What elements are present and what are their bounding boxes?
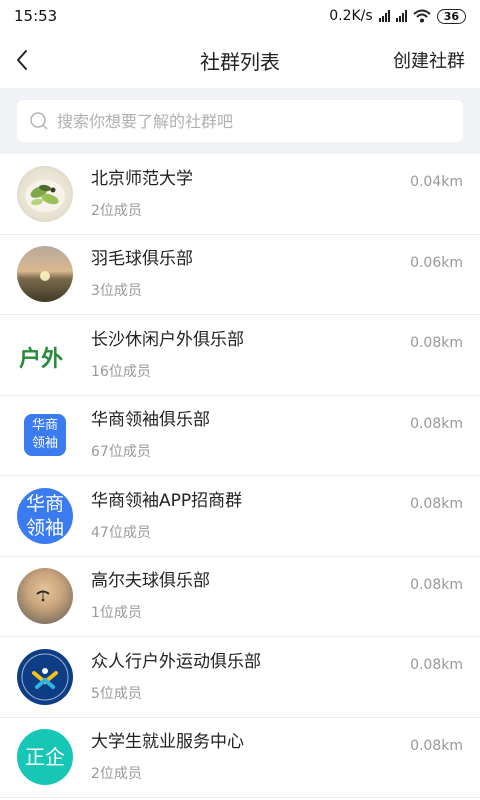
- sun-icon: [40, 271, 50, 282]
- group-item[interactable]: 华商 领袖 华商领袖俱乐部 67位成员 0.08km: [0, 396, 480, 476]
- search-box[interactable]: [17, 100, 463, 142]
- zhongrenxing-logo-icon: [21, 653, 69, 701]
- create-group-button[interactable]: 创建社群: [393, 47, 465, 73]
- group-avatar-huashang-app: 华商 领袖: [17, 487, 73, 544]
- group-member-count: 2位成员: [91, 766, 142, 783]
- back-arrow-icon[interactable]: [10, 45, 40, 75]
- group-member-count: 5位成员: [91, 685, 142, 702]
- group-member-count: 67位成员: [91, 444, 151, 461]
- group-distance: 0.08km: [410, 496, 463, 512]
- network-speed: 0.2K/s: [329, 8, 373, 24]
- group-avatar-food: [17, 165, 73, 222]
- group-distance: 0.06km: [410, 254, 463, 271]
- group-member-count: 1位成员: [91, 605, 142, 622]
- zhengqi-logo-text: 正企: [25, 745, 65, 770]
- huashang-logo-top: 华商: [31, 418, 58, 434]
- group-avatar-paraglider: [17, 568, 73, 625]
- group-item[interactable]: 北京师范大学 2位成员 0.04km: [0, 154, 480, 235]
- group-member-count: 3位成员: [91, 283, 142, 300]
- group-member-count: 16位成员: [91, 363, 151, 380]
- outdoor-logo-text: 户外: [19, 346, 64, 372]
- huashang-app-logo-top: 华商: [25, 492, 64, 515]
- group-item[interactable]: 华商 领袖 华商领袖APP招商群 47位成员 0.08km: [0, 476, 480, 557]
- paraglider-icon: [36, 590, 50, 602]
- huashang-logo-bottom: 领袖: [31, 436, 58, 452]
- group-member-count: 47位成员: [91, 524, 151, 541]
- group-item[interactable]: 众人行户外运动俱乐部 5位成员 0.08km: [0, 637, 480, 718]
- group-avatar-outdoor: 户外: [17, 326, 73, 383]
- group-distance: 0.08km: [410, 415, 463, 432]
- signal-icon: [378, 10, 390, 22]
- group-distance: 0.08km: [410, 657, 463, 673]
- huashang-app-logo-bottom: 领袖: [25, 516, 64, 539]
- search-icon: [30, 112, 48, 130]
- wifi-icon: [413, 9, 431, 23]
- status-bar: 15:53 0.2K/s 36: [0, 0, 480, 32]
- group-avatar-sunset: [17, 246, 73, 303]
- nav-bar: 社群列表 创建社群: [0, 32, 480, 88]
- status-time: 15:53: [14, 7, 58, 25]
- group-member-count: 2位成员: [91, 202, 142, 219]
- search-area: [0, 88, 480, 154]
- group-avatar-zhongrenxing: [17, 648, 73, 705]
- group-list: 北京师范大学 2位成员 0.04km 羽毛球俱乐部 3位成员 0.06km 户外…: [0, 154, 480, 798]
- group-item[interactable]: 羽毛球俱乐部 3位成员 0.06km: [0, 235, 480, 315]
- group-distance: 0.08km: [410, 576, 463, 593]
- group-item[interactable]: 户外 长沙休闲户外俱乐部 16位成员 0.08km: [0, 315, 480, 396]
- status-right: 0.2K/s 36: [329, 8, 466, 24]
- search-input[interactable]: [55, 110, 439, 132]
- group-item[interactable]: 正企 大学生就业服务中心 2位成员 0.08km: [0, 718, 480, 798]
- salad-icon: [25, 179, 65, 212]
- group-distance: 0.08km: [410, 335, 463, 351]
- group-avatar-huashang: 华商 领袖: [17, 407, 73, 464]
- group-distance: 0.08km: [410, 737, 463, 754]
- huashang-logo: 华商 领袖: [24, 414, 66, 457]
- signal-icon-2: [395, 10, 407, 22]
- group-distance: 0.04km: [410, 174, 463, 190]
- battery-icon: 36: [436, 8, 466, 24]
- group-avatar-zhengqi: 正企: [17, 729, 73, 786]
- group-item[interactable]: 高尔夫球俱乐部 1位成员 0.08km: [0, 557, 480, 637]
